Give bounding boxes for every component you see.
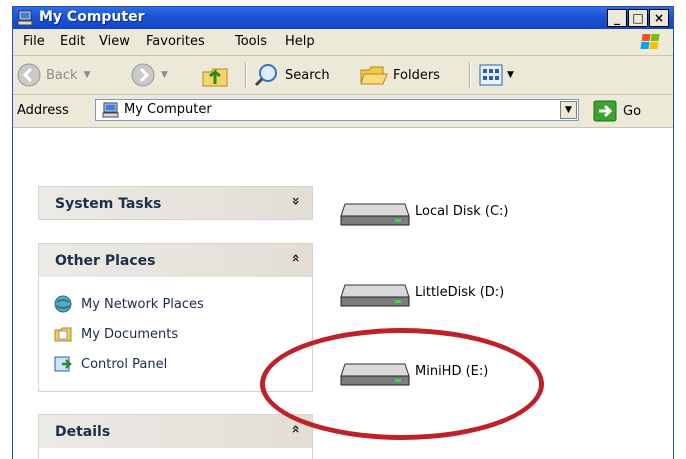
chevron-down-icon[interactable]: ▼ bbox=[161, 70, 168, 80]
back-label: Back bbox=[46, 67, 78, 83]
system-tasks-group: System Tasks » bbox=[38, 186, 313, 220]
toolbar-separator bbox=[469, 62, 471, 88]
up-folder-icon bbox=[202, 68, 228, 87]
search-icon bbox=[254, 64, 277, 87]
go-arrow-icon bbox=[593, 100, 617, 122]
control-panel-icon bbox=[54, 356, 72, 372]
drive-label: MiniHD (E:) bbox=[415, 363, 489, 379]
place-label: My Documents bbox=[81, 326, 179, 342]
minimize-button[interactable]: _ bbox=[607, 9, 627, 27]
place-my-network-places[interactable]: My Network Places bbox=[39, 289, 312, 319]
place-label: My Network Places bbox=[81, 296, 204, 312]
address-value: My Computer bbox=[124, 102, 212, 117]
task-pane: System Tasks » Other Places « My Network… bbox=[13, 128, 321, 459]
back-button[interactable]: Back ▼ bbox=[17, 62, 90, 88]
menu-file[interactable]: File bbox=[23, 34, 45, 49]
my-computer-icon bbox=[102, 102, 119, 118]
toolbar: Back ▼ ▼ Search Folders ▼ bbox=[13, 56, 673, 95]
details-body bbox=[38, 448, 313, 459]
window-title: My Computer bbox=[39, 9, 145, 25]
address-bar: Address My Computer ▼ Go bbox=[13, 95, 673, 128]
other-places-group: Other Places « My Network Places My Docu… bbox=[38, 243, 313, 392]
menu-bar: File Edit View Favorites Tools Help bbox=[13, 29, 673, 56]
menu-help[interactable]: Help bbox=[285, 34, 315, 49]
drive-e[interactable]: MiniHD (E:) bbox=[339, 354, 488, 388]
address-label: Address bbox=[17, 103, 69, 118]
address-dropdown-button[interactable]: ▼ bbox=[560, 101, 577, 119]
hard-drive-icon bbox=[340, 363, 410, 386]
my-documents-icon bbox=[54, 327, 72, 342]
folders-icon bbox=[360, 66, 388, 85]
chevron-down-icon[interactable]: ▼ bbox=[507, 70, 514, 80]
menu-view[interactable]: View bbox=[99, 34, 130, 49]
maximize-button[interactable]: □ bbox=[628, 9, 648, 27]
chevron-down-icon[interactable]: ▼ bbox=[84, 70, 91, 80]
back-arrow-icon bbox=[17, 63, 41, 87]
menu-edit[interactable]: Edit bbox=[60, 34, 85, 49]
windows-logo-icon bbox=[640, 34, 660, 49]
go-button[interactable]: Go bbox=[593, 100, 641, 122]
details-header[interactable]: Details « bbox=[38, 414, 313, 448]
network-places-icon bbox=[54, 295, 72, 313]
hard-drive-icon bbox=[340, 203, 410, 226]
hard-drive-icon bbox=[340, 284, 410, 307]
drive-label: LittleDisk (D:) bbox=[415, 284, 505, 300]
details-group: Details « bbox=[38, 414, 313, 459]
title-bar[interactable]: My Computer _ □ × bbox=[13, 7, 673, 29]
drive-d[interactable]: LittleDisk (D:) bbox=[339, 275, 504, 309]
search-label: Search bbox=[285, 67, 330, 83]
drive-c[interactable]: Local Disk (C:) bbox=[339, 194, 508, 228]
up-folder-button[interactable] bbox=[201, 62, 231, 88]
place-control-panel[interactable]: Control Panel bbox=[39, 349, 312, 379]
menu-tools[interactable]: Tools bbox=[235, 34, 267, 49]
search-button[interactable]: Search bbox=[253, 62, 330, 88]
views-button[interactable]: ▼ bbox=[479, 62, 514, 88]
drive-label: Local Disk (C:) bbox=[415, 203, 509, 219]
system-tasks-title: System Tasks bbox=[55, 196, 162, 212]
other-places-header[interactable]: Other Places « bbox=[38, 243, 313, 277]
views-icon bbox=[479, 64, 503, 86]
expand-chevron-icon[interactable]: » bbox=[287, 196, 303, 205]
other-places-title: Other Places bbox=[55, 253, 156, 269]
folders-button[interactable]: Folders bbox=[359, 62, 440, 88]
go-label: Go bbox=[623, 103, 642, 119]
other-places-body: My Network Places My Documents Control P… bbox=[38, 277, 313, 392]
toolbar-separator bbox=[245, 62, 247, 88]
folders-label: Folders bbox=[393, 67, 440, 83]
place-my-documents[interactable]: My Documents bbox=[39, 319, 312, 349]
menu-favorites[interactable]: Favorites bbox=[146, 34, 205, 49]
content-area: System Tasks » Other Places « My Network… bbox=[13, 128, 673, 459]
forward-button[interactable]: ▼ bbox=[131, 62, 168, 88]
details-title: Details bbox=[55, 424, 111, 440]
forward-arrow-icon bbox=[131, 63, 155, 87]
collapse-chevron-icon[interactable]: « bbox=[287, 253, 303, 262]
system-tasks-header[interactable]: System Tasks » bbox=[38, 186, 313, 220]
place-label: Control Panel bbox=[81, 356, 168, 372]
my-computer-icon bbox=[17, 10, 33, 26]
close-button[interactable]: × bbox=[649, 9, 669, 27]
address-input[interactable]: My Computer ▼ bbox=[95, 99, 579, 121]
collapse-chevron-icon[interactable]: « bbox=[287, 424, 303, 433]
explorer-window: My Computer _ □ × File Edit View Favorit… bbox=[12, 6, 674, 459]
